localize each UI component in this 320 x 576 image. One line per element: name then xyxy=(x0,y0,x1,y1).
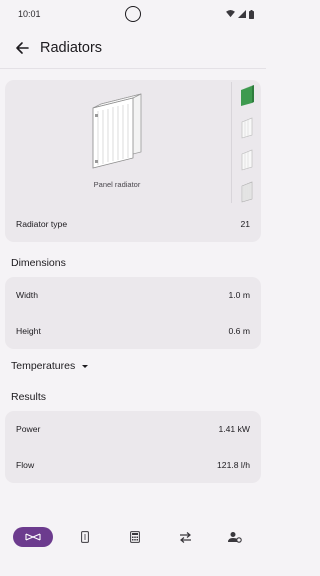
radiator-type-row[interactable]: Radiator type 21 xyxy=(5,206,261,242)
nav-radiators[interactable] xyxy=(13,527,53,547)
nav-pipes[interactable] xyxy=(67,527,103,547)
width-label: Width xyxy=(16,290,38,300)
height-label: Height xyxy=(16,326,41,336)
flow-row: Flow 121.8 l/h xyxy=(5,447,261,483)
width-value: 1.0 m xyxy=(228,290,251,300)
battery-icon xyxy=(249,9,254,19)
user-settings-icon xyxy=(228,532,242,543)
width-row[interactable]: Width 1.0 m xyxy=(5,277,261,313)
dimensions-title: Dimensions xyxy=(11,257,66,269)
radiator-type-label: Radiator type xyxy=(16,219,68,229)
power-row: Power 1.41 kW xyxy=(5,411,261,447)
app-bar-divider xyxy=(0,68,266,69)
type-thumb-2[interactable] xyxy=(238,116,256,140)
wifi-icon xyxy=(226,10,235,18)
swap-icon xyxy=(179,531,191,543)
flow-value: 121.8 l/h xyxy=(217,460,250,470)
radiator-thumb-icon xyxy=(241,149,253,171)
bottom-navigation xyxy=(0,514,266,560)
type-list-divider xyxy=(231,82,232,203)
nav-convert[interactable] xyxy=(167,527,203,547)
height-value: 0.6 m xyxy=(228,326,251,336)
flow-label: Flow xyxy=(16,460,35,470)
signal-icon xyxy=(238,10,246,18)
status-icons xyxy=(226,9,254,19)
nav-calculator[interactable] xyxy=(117,527,153,547)
type-thumb-3[interactable] xyxy=(238,148,256,172)
system-nav-bar xyxy=(0,560,266,576)
pipe-icon xyxy=(81,531,89,543)
radiator-type-card: Panel radiator Radiator type 21 xyxy=(5,80,261,242)
arrow-back-icon xyxy=(16,42,29,54)
radiator-caption: Panel radiator xyxy=(93,180,141,189)
temperatures-title: Temperatures xyxy=(11,360,76,372)
page-title: Radiators xyxy=(40,40,103,56)
height-row[interactable]: Height 0.6 m xyxy=(5,313,261,349)
power-value: 1.41 kW xyxy=(218,424,250,434)
chevron-down-icon xyxy=(82,365,89,368)
main-content: Panel radiator Radiator type 21 Dimensio… xyxy=(5,80,261,483)
power-label: Power xyxy=(16,424,41,434)
app-bar: Radiators xyxy=(0,30,266,66)
radiator-type-value: 21 xyxy=(240,219,250,229)
radiator-thumb-icon xyxy=(241,85,254,106)
camera-cutout xyxy=(125,6,141,22)
calculator-icon xyxy=(130,531,140,543)
results-card: Power 1.41 kW Flow 121.8 l/h xyxy=(5,411,261,483)
type-thumb-4[interactable] xyxy=(238,180,256,204)
radiator-icon xyxy=(25,533,41,541)
dimensions-card: Width 1.0 m Height 0.6 m xyxy=(5,277,261,349)
status-time: 10:01 xyxy=(18,9,41,19)
nav-settings[interactable] xyxy=(217,527,253,547)
radiator-type-list xyxy=(236,84,258,204)
radiator-thumb-icon xyxy=(241,117,253,139)
radiator-thumb-icon xyxy=(241,181,253,203)
results-title: Results xyxy=(11,391,47,403)
temperatures-toggle[interactable]: Temperatures xyxy=(5,355,261,377)
type-thumb-selected[interactable] xyxy=(238,84,256,108)
back-button[interactable] xyxy=(4,30,40,66)
